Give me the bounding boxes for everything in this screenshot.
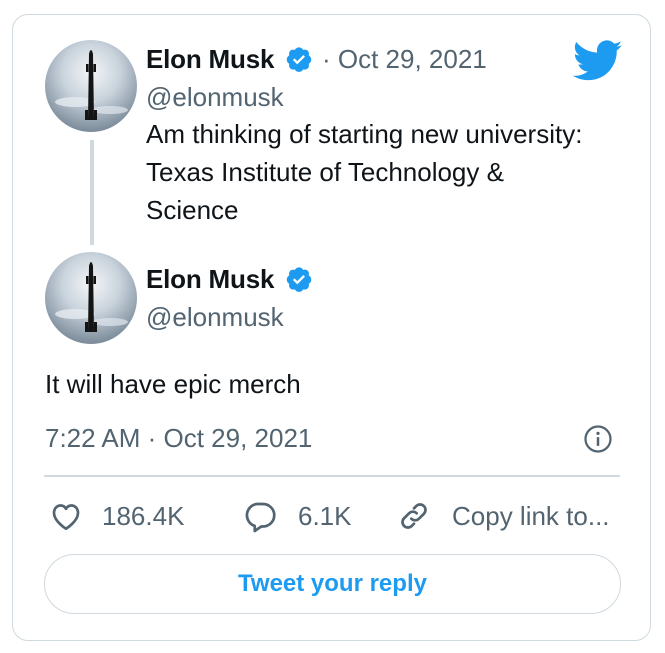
tweet-text: Am thinking of starting new university: …	[146, 115, 582, 229]
tweet-text-line: Texas Institute of Technology &	[146, 157, 504, 187]
reply-author-avatar[interactable]	[45, 252, 137, 344]
tweet-date[interactable]: · Oct 29, 2021	[322, 44, 487, 75]
tweet-your-reply-button[interactable]: Tweet your reply	[44, 554, 621, 614]
link-icon	[401, 503, 427, 529]
reply-tweet-text: It will have epic merch	[45, 369, 301, 399]
info-icon[interactable]	[583, 424, 613, 454]
verified-badge-icon	[286, 47, 312, 72]
tweet-timestamp[interactable]: 7:22 AM · Oct 29, 2021	[45, 423, 312, 454]
verified-badge-icon	[286, 267, 312, 292]
copy-link-label: Copy link to...	[452, 500, 610, 531]
author-name[interactable]: Elon Musk	[146, 44, 274, 75]
reply-button[interactable]: 6.1K	[242, 496, 352, 536]
divider	[44, 475, 620, 477]
twitter-bird-icon[interactable]	[573, 40, 623, 82]
reply-author-handle[interactable]: @elonmusk	[146, 302, 284, 333]
tweet-text-line: Am thinking of starting new university:	[146, 119, 583, 149]
heart-icon	[52, 504, 80, 531]
speech-bubble-icon	[245, 502, 276, 533]
author-handle[interactable]: @elonmusk	[146, 82, 284, 113]
like-count: 186.4K	[102, 500, 185, 531]
reply-count: 6.1K	[298, 500, 352, 531]
reply-author-name[interactable]: Elon Musk	[146, 264, 274, 295]
author-avatar[interactable]	[45, 40, 137, 132]
copy-link-button[interactable]: Copy link to...	[396, 496, 610, 536]
thread-connector-line	[90, 140, 94, 245]
like-button[interactable]: 186.4K	[48, 496, 184, 536]
tweet-text-line: Science	[146, 195, 239, 225]
